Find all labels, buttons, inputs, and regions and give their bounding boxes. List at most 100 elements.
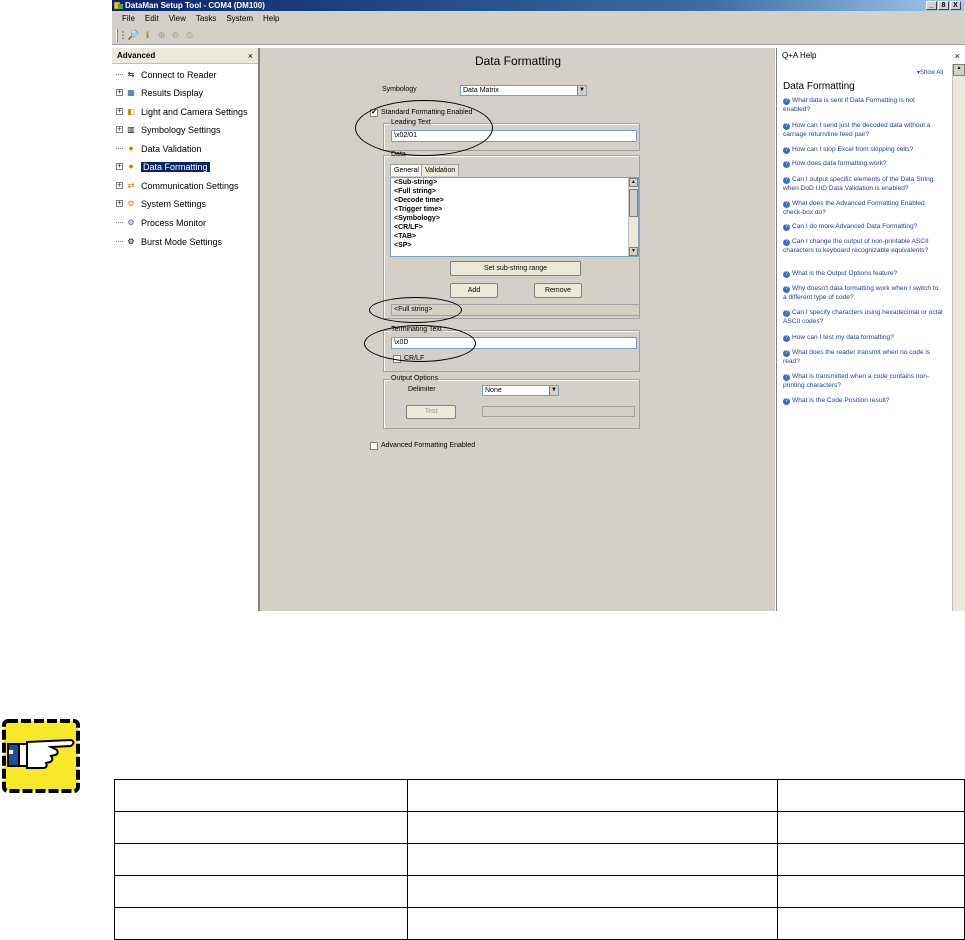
help-link[interactable]: ? Can I do more Advanced Data Formatting?	[783, 223, 943, 232]
expand-icon[interactable]: +	[116, 200, 123, 207]
list-item[interactable]: <Symbology>	[391, 214, 638, 223]
tree-item-data-formatting[interactable]: + ◆ Data Formatting	[112, 160, 210, 173]
help-link[interactable]: ? Can I change the output of non-printabl…	[783, 238, 943, 255]
close-window-button[interactable]: X	[950, 1, 961, 10]
expand-icon[interactable]: +	[116, 182, 123, 189]
list-item[interactable]: <Decode time>	[391, 196, 638, 205]
help-link[interactable]: ? What is transmitted when a code contain…	[783, 373, 943, 390]
show-all-link[interactable]: ▾Show All	[917, 69, 943, 76]
help-link[interactable]: ? How can I test my data formatting?	[783, 334, 943, 343]
tree-item-data-validation[interactable]: ◆ Data Validation	[112, 142, 201, 155]
menu-view[interactable]: View	[169, 14, 186, 23]
help-link-text: Can I change the output of non-printable…	[783, 238, 929, 254]
set-substring-range-button[interactable]: Set sub-string range	[450, 261, 581, 276]
symbology-label: Symbology	[382, 86, 417, 93]
connect-tool-icon[interactable]: 🔎	[128, 30, 139, 41]
help-panel-title: Q+A Help	[782, 51, 817, 60]
expand-icon[interactable]: +	[116, 163, 123, 170]
add-button[interactable]: Add	[450, 283, 498, 298]
help-link-text: Why doesn't data formatting work when I …	[783, 285, 939, 301]
tree-item-label: Burst Mode Settings	[141, 236, 223, 247]
help-link[interactable]: ? What does the reader transmit when no c…	[783, 349, 943, 366]
scroll-thumb[interactable]	[629, 189, 638, 217]
tree-item-connect-to-reader[interactable]: ⇆ Connect to Reader	[112, 68, 217, 81]
help-link[interactable]: ? What does the Advanced Formatting Enabl…	[783, 200, 943, 217]
tree-item-system-settings[interactable]: + ⚙ System Settings	[112, 197, 206, 210]
list-item[interactable]: <SP>	[391, 241, 638, 250]
data-element-list[interactable]: <Sub-string> <Full string> <Decode time>…	[390, 177, 639, 257]
help-link[interactable]: ? How can I stop Excel from skipping cell…	[783, 146, 943, 155]
remove-button[interactable]: Remove	[534, 283, 582, 298]
help-link[interactable]: ? What is the Output Options feature?	[783, 270, 943, 279]
test-button[interactable]: Test	[406, 405, 456, 419]
help-link[interactable]: ? How can I send just the decoded data wi…	[783, 122, 943, 139]
help-link-text: How does data formatting work?	[792, 160, 887, 167]
question-icon: ?	[783, 286, 790, 293]
help-link-text: How can I send just the decoded data wit…	[783, 122, 931, 138]
show-all-label: Show All	[919, 70, 943, 76]
tab-general[interactable]: General	[390, 164, 423, 176]
zoom-fit-icon[interactable]: ⊙	[184, 30, 195, 41]
close-icon[interactable]: ×	[248, 48, 253, 64]
tree-item-burst-mode-settings[interactable]: ⚙ Burst Mode Settings	[112, 235, 222, 248]
list-item[interactable]: <Trigger time>	[391, 205, 638, 214]
expand-icon[interactable]: +	[116, 126, 123, 133]
tree-item-communication-settings[interactable]: + ⇄ Communication Settings	[112, 179, 239, 192]
scroll-up-icon[interactable]: ▲	[953, 64, 965, 76]
minimize-button[interactable]: _	[926, 1, 937, 10]
list-scrollbar[interactable]: ▲ ▼	[628, 178, 638, 256]
help-link[interactable]: ? Can I output specific elements of the D…	[783, 176, 943, 193]
toolbar: ⋮ 🔎 ℹ ⊕ ⊖ ⊙	[112, 26, 965, 45]
scroll-up-icon[interactable]: ▲	[629, 178, 638, 187]
advanced-formatting-checkbox[interactable]	[370, 442, 378, 450]
menu-system[interactable]: System	[226, 14, 253, 23]
tree-item-light-and-camera-settings[interactable]: + ◧ Light and Camera Settings	[112, 105, 248, 118]
scroll-down-icon[interactable]: ▼	[629, 247, 638, 256]
dropdown-arrow-icon[interactable]: ▼	[577, 86, 586, 95]
document-table	[114, 779, 965, 940]
info-tool-icon[interactable]: ℹ	[142, 30, 153, 41]
list-item[interactable]: <CR/LF>	[391, 223, 638, 232]
symbology-select[interactable]: Data Matrix ▼	[460, 85, 587, 96]
list-item[interactable]: <TAB>	[391, 232, 638, 241]
camera-icon: ◧	[127, 107, 135, 116]
question-icon: ?	[783, 350, 790, 357]
tree-item-label: Light and Camera Settings	[141, 106, 248, 117]
zoom-icon[interactable]: ⊕	[156, 30, 167, 41]
tree-item-results-display[interactable]: + ▦ Results Display	[112, 86, 203, 99]
list-item[interactable]: <Sub-string>	[391, 178, 638, 187]
help-link[interactable]: ? What data is sent if Data Formatting is…	[783, 97, 943, 114]
help-link[interactable]: ? Can I specify characters using hexadeci…	[783, 309, 943, 326]
expand-icon[interactable]: +	[116, 89, 123, 96]
tree-item-label: Connect to Reader	[141, 69, 217, 80]
formatting-icon: ◆	[128, 164, 134, 170]
menu-tasks[interactable]: Tasks	[196, 14, 216, 23]
expand-icon[interactable]: +	[116, 108, 123, 115]
help-link[interactable]: ? What is the Code Position result?	[783, 397, 943, 406]
delimiter-value: None	[485, 387, 502, 394]
list-item[interactable]: <Full string>	[391, 187, 638, 196]
page-title: Data Formatting	[474, 54, 562, 68]
delimiter-select[interactable]: None ▼	[482, 385, 559, 396]
help-link[interactable]: ? Why doesn't data formatting work when I…	[783, 285, 943, 302]
zoom-out-icon[interactable]: ⊖	[170, 30, 181, 41]
help-link[interactable]: ? How does data formatting work?	[783, 160, 943, 169]
delimiter-label: Delimiter	[408, 386, 436, 393]
pointing-hand-icon	[2, 719, 80, 793]
tab-validation[interactable]: Validation	[421, 164, 460, 176]
menu-edit[interactable]: Edit	[145, 14, 159, 23]
tree-item-process-monitor[interactable]: ⚙ Process Monitor	[112, 216, 206, 229]
help-scrollbar[interactable]: ▲	[952, 64, 965, 611]
tree-item-label: System Settings	[141, 198, 207, 209]
dropdown-arrow-icon[interactable]: ▼	[549, 386, 558, 395]
menu-bar: File Edit View Tasks System Help	[112, 11, 965, 26]
close-icon[interactable]: ×	[955, 48, 960, 64]
tree-item-symbology-settings[interactable]: + ▥ Symbology Settings	[112, 123, 221, 136]
menu-help[interactable]: Help	[263, 14, 279, 23]
help-link-text: How can I stop Excel from skipping cells…	[792, 146, 914, 153]
restore-button[interactable]: 8	[938, 1, 949, 10]
system-icon: ⚙	[127, 199, 135, 208]
menu-file[interactable]: File	[122, 14, 135, 23]
communication-icon: ⇄	[127, 181, 135, 190]
advanced-panel-title: Advanced	[117, 51, 156, 60]
